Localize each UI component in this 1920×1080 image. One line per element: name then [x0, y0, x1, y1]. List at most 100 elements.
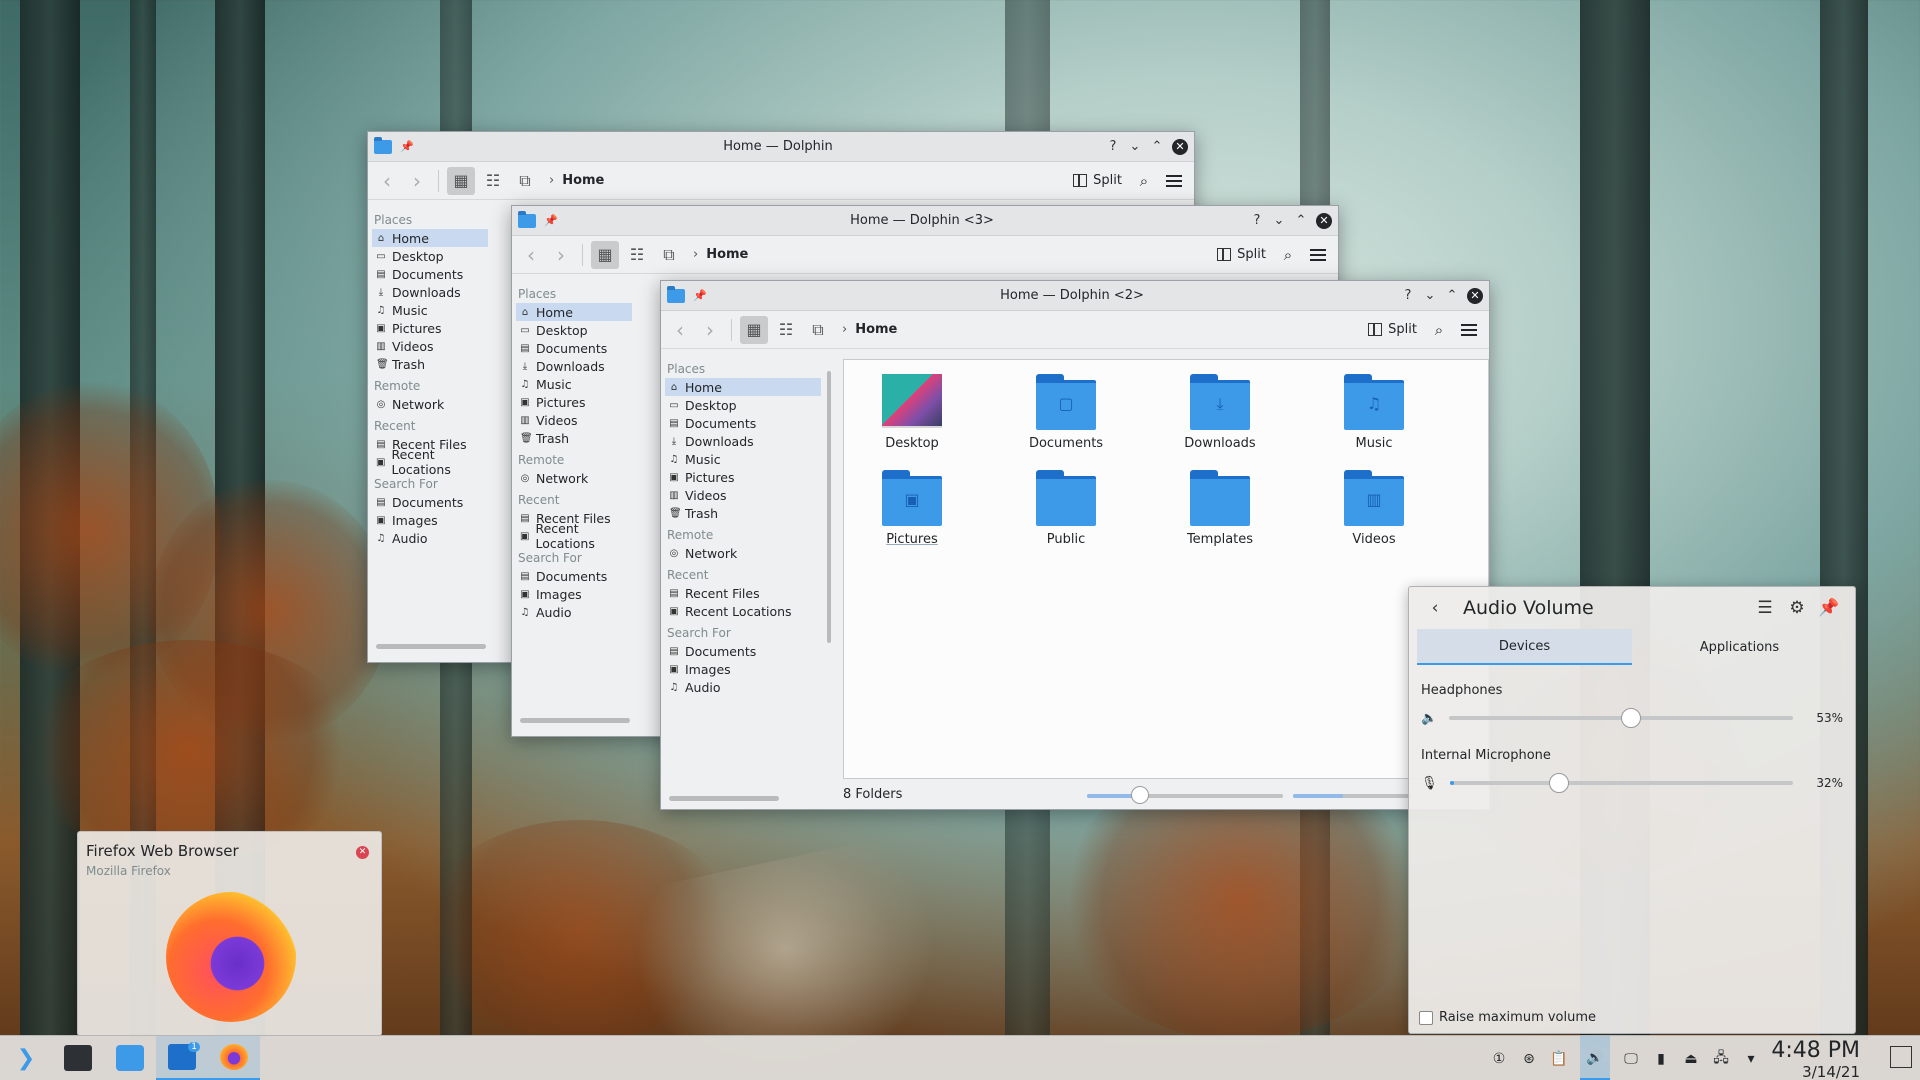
place-trash[interactable]: 🗑 Trash: [665, 504, 821, 522]
network-icon[interactable]: 🖧: [1712, 1047, 1730, 1071]
dolphin-app-icon[interactable]: [374, 136, 392, 154]
places-scrollbar[interactable]: [520, 718, 630, 723]
folder-pictures[interactable]: ▣ Pictures: [847, 470, 977, 547]
place-music[interactable]: ♫ Music: [516, 375, 632, 393]
minimize-button[interactable]: ⌄: [1128, 139, 1142, 154]
details-view-icon[interactable]: ☷: [623, 241, 651, 269]
tab-devices[interactable]: Devices: [1417, 629, 1632, 665]
pin-icon[interactable]: 📌: [400, 140, 414, 153]
speaker-icon[interactable]: 🔈: [1421, 711, 1437, 726]
search-icon[interactable]: ⌕: [1132, 172, 1156, 190]
firefox-task[interactable]: [208, 1035, 260, 1080]
pin-icon[interactable]: 📌: [544, 214, 558, 227]
microphone-icon[interactable]: 🎙: [1421, 776, 1438, 791]
place-downloads[interactable]: ⤓ Downloads: [665, 432, 821, 450]
recent-locations[interactable]: ▣ Recent Locations: [665, 602, 821, 620]
place-documents[interactable]: ▤ Documents: [516, 339, 632, 357]
expand-tray-icon[interactable]: ▾: [1742, 1051, 1760, 1067]
place-videos[interactable]: ▥ Videos: [372, 337, 488, 355]
hamburger-menu-icon[interactable]: [1166, 174, 1182, 187]
digital-clock[interactable]: 4:48 PM 3/14/21: [1771, 1038, 1860, 1080]
place-home[interactable]: ⌂ Home: [665, 378, 821, 396]
places-scrollbar[interactable]: [376, 644, 486, 649]
places-scrollbar[interactable]: [669, 796, 779, 801]
forward-button[interactable]: ›: [404, 169, 430, 193]
discover-task[interactable]: [104, 1036, 156, 1080]
recent-files[interactable]: ▤ Recent Files: [665, 584, 821, 602]
search-icon[interactable]: ⌕: [1276, 246, 1300, 264]
search-images[interactable]: ▣ Images: [372, 511, 488, 529]
dolphin-app-icon[interactable]: [667, 285, 685, 303]
pin-icon[interactable]: 📌: [1813, 598, 1845, 618]
folder-desktop[interactable]: Desktop: [847, 374, 977, 451]
search-audio[interactable]: ♫ Audio: [516, 603, 632, 621]
updates-icon[interactable]: ①: [1490, 1051, 1508, 1067]
titlebar[interactable]: 📌 Home — Dolphin <2> ? ⌄ ⌃ ✕: [661, 281, 1489, 311]
place-documents[interactable]: ▤ Documents: [372, 265, 488, 283]
menu-icon[interactable]: ☰: [1749, 598, 1781, 618]
folder-templates[interactable]: Templates: [1155, 470, 1285, 547]
place-desktop[interactable]: ▭ Desktop: [372, 247, 488, 265]
back-button[interactable]: ‹: [518, 243, 544, 267]
hamburger-menu-icon[interactable]: [1310, 248, 1326, 261]
place-desktop[interactable]: ▭ Desktop: [516, 321, 632, 339]
back-button[interactable]: ‹: [374, 169, 400, 193]
raise-max-volume-checkbox[interactable]: Raise maximum volume: [1419, 1010, 1596, 1025]
place-music[interactable]: ♫ Music: [372, 301, 488, 319]
search-documents[interactable]: ▤ Documents: [516, 567, 632, 585]
place-trash[interactable]: 🗑 Trash: [516, 429, 632, 447]
help-button[interactable]: ?: [1401, 288, 1415, 303]
folder-documents[interactable]: ▢ Documents: [1001, 374, 1131, 451]
search-audio[interactable]: ♫ Audio: [665, 678, 821, 696]
breadcrumb[interactable]: › Home: [842, 322, 897, 337]
search-documents[interactable]: ▤ Documents: [372, 493, 488, 511]
folder-music[interactable]: ♫ Music: [1309, 374, 1439, 451]
close-button[interactable]: ✕: [1467, 287, 1483, 304]
dolphin-window-2[interactable]: 📌 Home — Dolphin <2> ? ⌄ ⌃ ✕ ‹ › ▦ ☷ ⧉ ›…: [660, 280, 1490, 810]
application-launcher-icon[interactable]: ❯: [0, 1036, 52, 1080]
dolphin-task[interactable]: 1: [156, 1035, 208, 1080]
split-button[interactable]: Split: [1067, 173, 1128, 188]
place-videos[interactable]: ▥ Videos: [516, 411, 632, 429]
search-documents[interactable]: ▤ Documents: [665, 642, 821, 660]
place-music[interactable]: ♫ Music: [665, 450, 821, 468]
search-images[interactable]: ▣ Images: [665, 660, 821, 678]
forward-button[interactable]: ›: [697, 318, 723, 342]
place-downloads[interactable]: ⤓ Downloads: [516, 357, 632, 375]
split-button[interactable]: Split: [1362, 322, 1423, 337]
forward-button[interactable]: ›: [548, 243, 574, 267]
vault-icon[interactable]: ⊛: [1520, 1051, 1538, 1067]
details-view-icon[interactable]: ☷: [772, 316, 800, 344]
battery-icon[interactable]: ▮: [1652, 1051, 1670, 1067]
hamburger-menu-icon[interactable]: [1461, 323, 1477, 336]
close-icon[interactable]: ✕: [356, 846, 369, 859]
display-icon[interactable]: 🖵: [1622, 1051, 1640, 1067]
place-home[interactable]: ⌂ Home: [516, 303, 632, 321]
place-pictures[interactable]: ▣ Pictures: [372, 319, 488, 337]
device-notifier-icon[interactable]: ⏏: [1682, 1051, 1700, 1067]
place-network[interactable]: ◎ Network: [372, 395, 488, 413]
pin-icon[interactable]: 📌: [693, 289, 707, 302]
folder-videos[interactable]: ▥ Videos: [1309, 470, 1439, 547]
tree-view-icon[interactable]: ⧉: [804, 316, 832, 344]
search-images[interactable]: ▣ Images: [516, 585, 632, 603]
places-vscrollbar[interactable]: [827, 371, 831, 643]
zoom-slider-knob[interactable]: [1131, 786, 1149, 804]
recent-locations[interactable]: ▣ Recent Locations: [516, 521, 632, 551]
maximize-button[interactable]: ⌃: [1445, 288, 1459, 303]
place-pictures[interactable]: ▣ Pictures: [665, 468, 821, 486]
place-videos[interactable]: ▥ Videos: [665, 486, 821, 504]
folder-public[interactable]: Public: [1001, 470, 1131, 547]
maximize-button[interactable]: ⌃: [1150, 139, 1164, 154]
show-desktop-icon[interactable]: [1890, 1046, 1912, 1068]
volume-icon[interactable]: 🔊: [1580, 1036, 1610, 1080]
maximize-button[interactable]: ⌃: [1294, 213, 1308, 228]
split-button[interactable]: Split: [1211, 247, 1272, 262]
configure-icon[interactable]: ⚙: [1781, 598, 1813, 618]
place-desktop[interactable]: ▭ Desktop: [665, 396, 821, 414]
dolphin-app-icon[interactable]: [518, 210, 536, 228]
icons-view-icon[interactable]: ▦: [591, 240, 619, 269]
recent-locations[interactable]: ▣ Recent Locations: [372, 447, 488, 477]
place-network[interactable]: ◎ Network: [516, 469, 632, 487]
titlebar[interactable]: 📌 Home — Dolphin ? ⌄ ⌃ ✕: [368, 132, 1194, 162]
